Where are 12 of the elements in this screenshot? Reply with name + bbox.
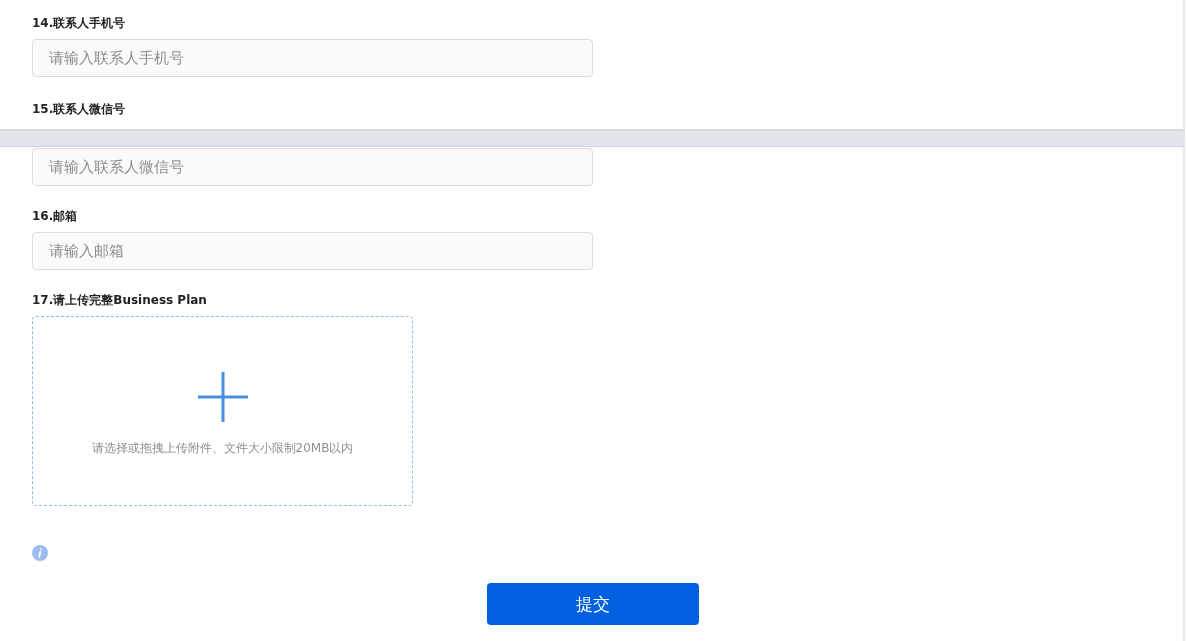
upload-hint: 请选择或拖拽上传附件、文件大小限制20MB以内 xyxy=(91,439,354,457)
upload-area[interactable]: 请选择或拖拽上传附件、文件大小限制20MB以内 xyxy=(32,316,413,506)
field-label: 17.请上传完整Business Plan xyxy=(32,292,208,308)
input-field[interactable]: 请输入联系人微信号 xyxy=(32,148,593,186)
input-field[interactable]: 请输入联系人手机号 xyxy=(32,39,593,77)
field-label: 16.邮箱 xyxy=(32,208,79,224)
plus-icon xyxy=(197,371,248,422)
field-label: 14.联系人手机号 xyxy=(32,15,127,31)
field-label: 15.联系人微信号 xyxy=(32,101,127,117)
submit-button[interactable]: 提交 xyxy=(487,583,699,625)
info-icon[interactable] xyxy=(32,545,48,561)
input-field[interactable]: 请输入邮箱 xyxy=(32,232,593,270)
